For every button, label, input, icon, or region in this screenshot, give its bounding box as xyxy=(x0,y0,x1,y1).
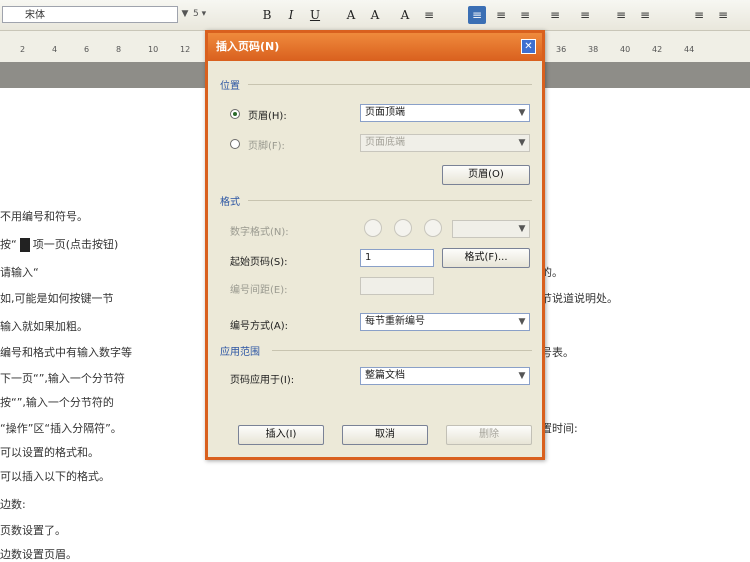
bullets-button[interactable]: ≡ xyxy=(636,6,654,24)
doc-line: 边数设置页眉。 xyxy=(0,548,77,561)
align-left-button[interactable]: ≡ xyxy=(420,6,438,24)
format-option-icon xyxy=(364,219,382,237)
combo-value: 每节重新编号 xyxy=(365,316,425,327)
chevron-down-icon[interactable]: ▼ xyxy=(179,6,191,23)
ruler-tick: 6 xyxy=(84,45,90,54)
cancel-button[interactable]: 取消 xyxy=(342,425,428,445)
distributed-button[interactable]: ≡ xyxy=(546,6,564,24)
doc-line: “操作”区“插入分隔符”。 xyxy=(0,422,122,435)
ruler-tick: 36 xyxy=(556,45,567,54)
align-justify-button[interactable]: ≡ xyxy=(468,6,486,24)
ruler-tick: 38 xyxy=(588,45,599,54)
spacing-field[interactable] xyxy=(360,277,434,295)
phone-icon xyxy=(19,238,30,252)
radio-header[interactable] xyxy=(230,109,240,119)
number-format-combo[interactable]: ▼ xyxy=(452,220,530,238)
spacing-label: 编号间距(E): xyxy=(230,285,288,296)
apply-range-label: 页码应用于(I): xyxy=(230,375,295,386)
font-size-indicator[interactable]: 5 ▾ xyxy=(193,6,209,23)
doc-line: 下一页“”,输入一个分节符 xyxy=(0,372,125,385)
doc-line: 边数: xyxy=(0,498,26,511)
ruler-tick: 4 xyxy=(52,45,58,54)
doc-line: 按“”,输入一个分节符的 xyxy=(0,396,114,409)
radio-header-label: 页眉(H): xyxy=(248,111,287,122)
doc-line-text: 按“ xyxy=(0,238,17,251)
doc-line: 按“ 项一页(点击按钮) xyxy=(0,236,118,252)
combo-value: 页面顶端 xyxy=(365,107,405,118)
line-spacing-button[interactable]: ≡ xyxy=(576,6,594,24)
doc-line: 编号和格式中有输入数字等 xyxy=(0,346,132,359)
combo-value: 整篇文档 xyxy=(365,370,405,381)
underline-button[interactable]: U xyxy=(306,6,324,24)
format-option-icon xyxy=(394,219,412,237)
font-name-box[interactable]: 宋体 xyxy=(2,6,178,23)
align-right-button[interactable]: ≡ xyxy=(516,6,534,24)
insert-button[interactable]: 插入(I) xyxy=(238,425,324,445)
decrease-indent-button[interactable]: ≡ xyxy=(690,6,708,24)
ruler-tick: 12 xyxy=(180,45,191,54)
close-icon[interactable]: ✕ xyxy=(521,39,536,54)
chevron-down-icon[interactable]: ▼ xyxy=(515,105,529,121)
format-button[interactable]: 格式(F)... xyxy=(442,248,530,268)
highlight-button[interactable]: A xyxy=(366,6,384,24)
radio-footer[interactable] xyxy=(230,139,240,149)
increase-indent-button[interactable]: ≡ xyxy=(714,6,732,24)
doc-line: 输入就如果加粗。 xyxy=(0,320,88,333)
group-label-format: 格式 xyxy=(220,197,240,208)
doc-line: 可以设置的格式和。 xyxy=(0,446,99,459)
chevron-down-icon[interactable]: ▼ xyxy=(515,368,529,384)
doc-line: 如,可能是如何按键一节 xyxy=(0,292,114,305)
chevron-down-icon: ▼ xyxy=(518,224,526,234)
radio-footer-label: 页脚(F): xyxy=(248,141,285,152)
font-color-button[interactable]: A xyxy=(342,6,360,24)
ruler-tick: 42 xyxy=(652,45,663,54)
remove-button[interactable]: 删除 xyxy=(446,425,532,445)
divider xyxy=(248,200,532,201)
numbering-button[interactable]: ≡ xyxy=(612,6,630,24)
start-number-label: 起始页码(S): xyxy=(230,257,288,268)
dialog-title[interactable]: 插入页码(N) xyxy=(208,33,542,61)
numbering-mode-label: 编号方式(A): xyxy=(230,321,289,332)
ruler-tick: 40 xyxy=(620,45,631,54)
align-center-button[interactable]: ≡ xyxy=(492,6,510,24)
doc-line: 请输入“ xyxy=(0,266,39,279)
combo-value: 页面底端 xyxy=(365,137,405,148)
doc-line: 页数设置了。 xyxy=(0,524,66,537)
ruler-tick: 10 xyxy=(148,45,159,54)
number-format-label: 数字格式(N): xyxy=(230,227,289,238)
numbering-mode-combo[interactable]: 每节重新编号 ▼ xyxy=(360,313,530,331)
char-shading-button[interactable]: A xyxy=(396,6,414,24)
group-label-position: 位置 xyxy=(220,81,240,92)
doc-line: 不用编号和符号。 xyxy=(0,210,88,223)
bold-button[interactable]: B xyxy=(258,6,276,24)
ruler-tick: 44 xyxy=(684,45,695,54)
position-combo[interactable]: 页面顶端 ▼ xyxy=(360,104,530,122)
divider xyxy=(248,84,532,85)
divider xyxy=(272,350,532,351)
start-number-field[interactable]: 1 xyxy=(360,249,434,267)
options-button[interactable]: 页眉(O) xyxy=(442,165,530,185)
group-label-scope: 应用范围 xyxy=(220,347,260,358)
doc-line: 可以插入以下的格式。 xyxy=(0,470,110,483)
ruler-tick: 2 xyxy=(20,45,26,54)
italic-button[interactable]: I xyxy=(282,6,300,24)
doc-line-text: 项一页(点击按钮) xyxy=(32,238,119,251)
ruler-tick: 8 xyxy=(116,45,122,54)
footer-combo[interactable]: 页面底端 ▼ xyxy=(360,134,530,152)
format-option-icon xyxy=(424,219,442,237)
chevron-down-icon: ▼ xyxy=(518,138,526,148)
page-number-dialog: 插入页码(N) ✕ 位置 页眉(H): 页面顶端 ▼ 页脚(F): 页面底端 ▼ 页… xyxy=(205,30,545,460)
chevron-down-icon[interactable]: ▼ xyxy=(515,314,529,330)
formatting-toolbar: 宋体 ▼ 5 ▾ B I U A A A ≡ ≡ ≡ ≡ ≡ ≡ ≡ ≡ ≡ ≡ xyxy=(0,0,750,31)
apply-range-combo[interactable]: 整篇文档 ▼ xyxy=(360,367,530,385)
